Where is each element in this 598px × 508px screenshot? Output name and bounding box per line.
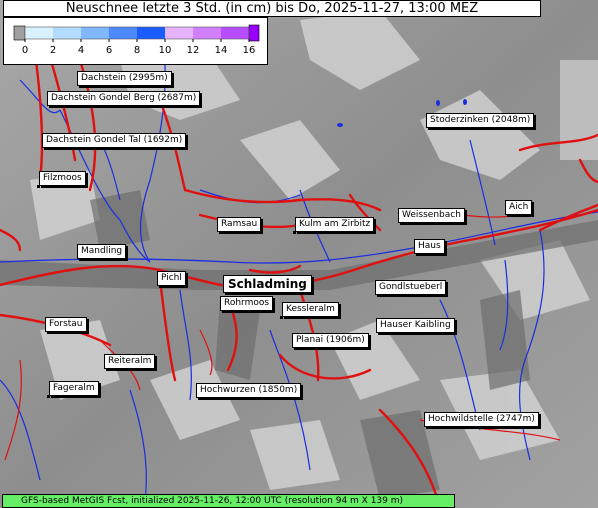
place-marker: [170, 85, 174, 88]
place-marker: [154, 368, 158, 371]
place-label: Filzmoos: [37, 171, 86, 188]
place-label: Haus: [414, 239, 447, 256]
legend-tick-label: 0: [22, 45, 28, 56]
legend-swatch: [109, 27, 137, 39]
place-label: Dachstein (2995m): [77, 71, 174, 88]
place-marker: [463, 222, 467, 225]
place-marker: [531, 214, 535, 217]
legend-swatch: [193, 27, 221, 39]
legend-tick-label: 6: [106, 45, 112, 56]
place-marker: [300, 397, 304, 400]
place-label: Planai (1906m): [292, 333, 371, 350]
legend-tick-label: 8: [134, 45, 140, 56]
place-label: Fageralm: [47, 381, 99, 398]
legend-box: 0 2 4 6 8 10 12 14 16: [3, 17, 268, 65]
place-label: Hochwildstelle (2747m): [424, 412, 541, 429]
map-title: Neuschnee letzte 3 Std. (in cm) bis Do, …: [3, 0, 541, 17]
place-label: Gondlstueberl: [375, 280, 449, 297]
place-label: Ramsau: [217, 217, 264, 234]
legend-swatch: [53, 27, 81, 39]
place-marker: [184, 285, 188, 288]
legend-scale: 0 2 4 6 8 10 12 14 16: [13, 24, 260, 56]
place-marker: [445, 294, 449, 297]
place-label: Kulm am Zirbitz: [293, 217, 375, 234]
legend-swatch: [221, 27, 249, 39]
place-label: Mandling: [77, 244, 129, 261]
place-marker: [443, 253, 447, 256]
legend-tick-label: 10: [159, 45, 172, 56]
place-marker: [37, 185, 40, 188]
place-marker: [367, 347, 371, 350]
legend-tick-label: 2: [50, 45, 56, 56]
place-marker: [260, 231, 264, 234]
place-label: Aich: [505, 200, 535, 217]
model-info-footer: GFS-based MetGIS Fcst, initialized 2025-…: [2, 494, 455, 508]
legend-swatch: [81, 27, 109, 39]
place-marker: [537, 426, 541, 429]
place-marker: [310, 292, 314, 295]
place-label: Pichl: [157, 271, 188, 288]
legend-swatch: [13, 25, 26, 41]
place-marker: [533, 127, 537, 130]
place-label: Hauser Kaibling: [376, 318, 457, 335]
place-label: Dachstein Gondel Tal (1692m): [42, 133, 189, 150]
legend-swatch: [137, 27, 165, 39]
legend-swatch: [25, 27, 53, 39]
legend-swatch: [248, 24, 260, 42]
legend-tick-label: 16: [243, 45, 256, 56]
place-label-main: Schladming: [223, 275, 314, 295]
place-label: Rohrmoos: [220, 296, 276, 313]
legend-swatch: [165, 27, 193, 39]
place-label: Stoderzinken (2048m): [426, 113, 537, 130]
place-label: Dachstein Gondel Berg (2687m): [47, 91, 203, 108]
place-marker: [293, 231, 296, 234]
legend-tick-label: 14: [215, 45, 228, 56]
place-label: Weissenbach: [398, 208, 467, 225]
place-marker: [272, 310, 276, 313]
place-marker: [47, 395, 50, 398]
place-marker: [453, 332, 457, 335]
place-marker: [199, 105, 203, 108]
place-label: Reiteralm: [104, 354, 158, 371]
place-label: Kessleralm: [280, 302, 339, 319]
snow-forecast-map: Neuschnee letzte 3 Std. (in cm) bis Do, …: [0, 0, 598, 508]
legend-tick-label: 12: [187, 45, 200, 56]
place-label: Hochwurzen (1850m): [196, 383, 304, 400]
place-marker: [85, 331, 89, 334]
place-marker: [280, 316, 283, 319]
place-marker: [125, 258, 129, 261]
legend-tick-label: 4: [78, 45, 84, 56]
place-label: Forstau: [45, 317, 89, 334]
place-marker: [185, 147, 189, 150]
